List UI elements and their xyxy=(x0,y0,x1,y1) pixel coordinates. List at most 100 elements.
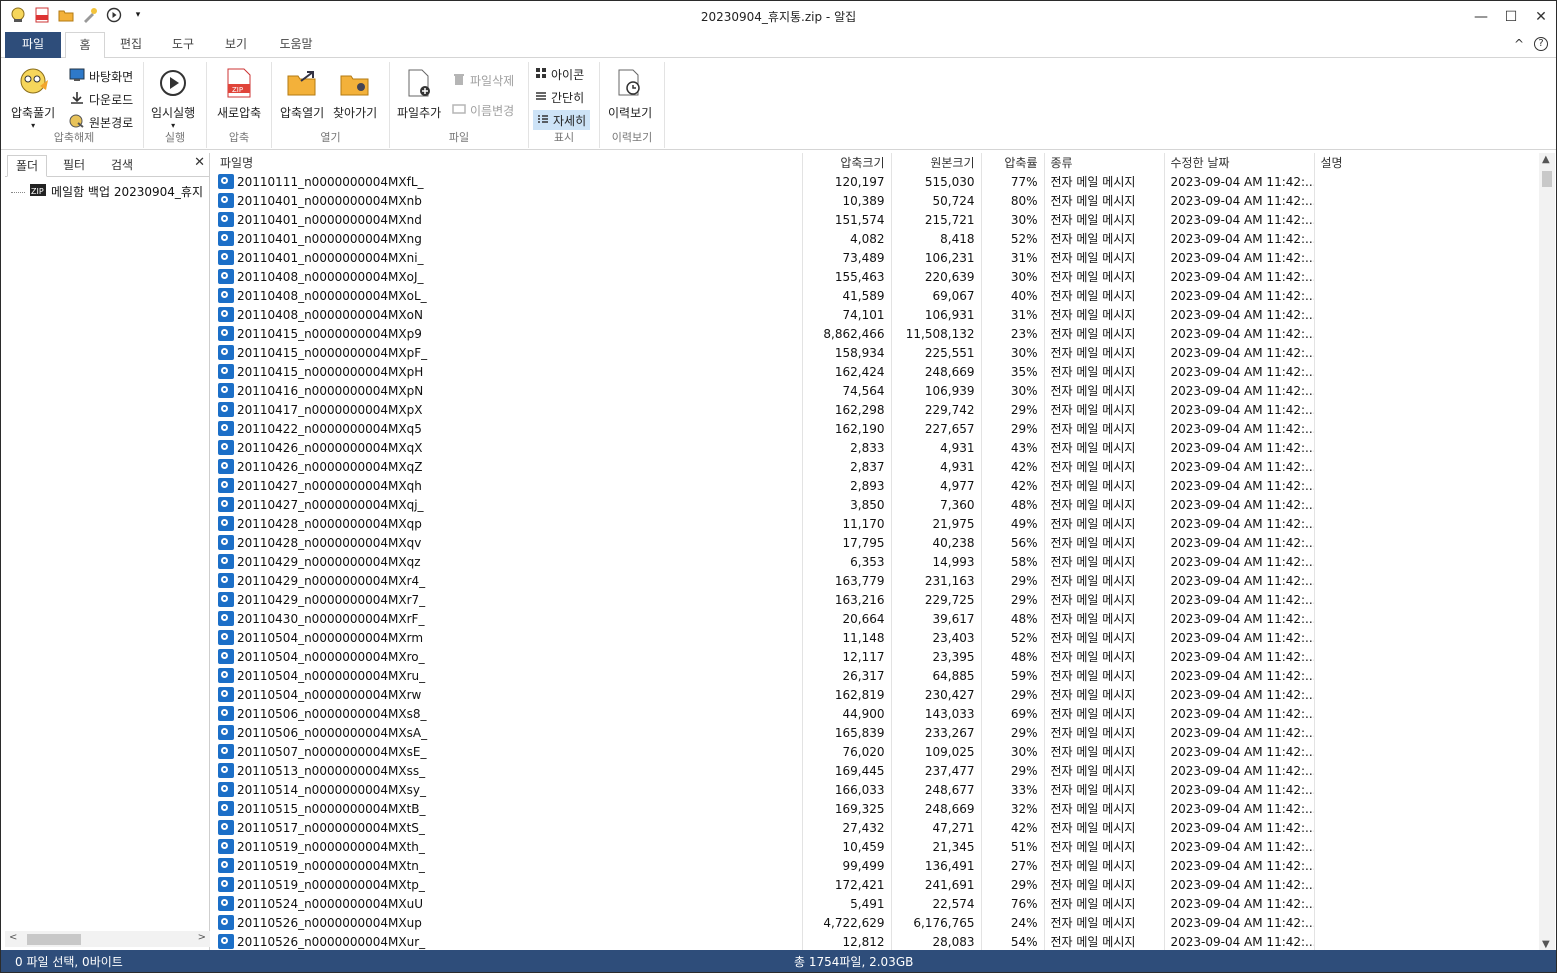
file-name-cell: 20110429_n0000000004MXqz xyxy=(214,552,803,571)
table-row[interactable]: 20110428_n0000000004MXqp 11,170 21,975 49% 전… xyxy=(214,514,1540,533)
tab-help[interactable]: 도움말 xyxy=(271,32,321,58)
table-row[interactable]: 20110415_n0000000004MXp9 8,862,466 11,508,… xyxy=(214,324,1540,343)
file-name-cell: 20110415_n0000000004MXp9 xyxy=(214,324,803,343)
table-row[interactable]: 20110526_n0000000004MXup 4,722,629 6,176,7… xyxy=(214,913,1540,932)
table-row[interactable]: 20110408_n0000000004MXoL_ 41,589 69,067 40%… xyxy=(214,286,1540,305)
close-button[interactable]: ✕ xyxy=(1526,1,1556,32)
view-icon-button[interactable]: 아이콘 xyxy=(535,64,584,84)
delete-file-button[interactable]: 파일삭제 xyxy=(452,70,514,90)
temp-run-button[interactable]: 임시실행 ▾ xyxy=(151,66,195,130)
table-row[interactable]: 20110514_n0000000004MXsy_ 166,033 248,677 3… xyxy=(214,780,1540,799)
table-row[interactable]: 20110427_n0000000004MXqh 2,893 4,977 42% 전자 … xyxy=(214,476,1540,495)
collapse-ribbon-icon[interactable]: ^ xyxy=(1514,37,1524,51)
view-simple-button[interactable]: 간단히 xyxy=(535,87,584,107)
table-row[interactable]: 20110401_n0000000004MXnd 151,574 215,721 30… xyxy=(214,210,1540,229)
help-icon[interactable]: ? xyxy=(1534,37,1548,51)
compressed-size: 10,389 xyxy=(802,191,892,210)
open-archive-button[interactable]: 압축열기 xyxy=(280,66,324,121)
table-row[interactable]: 20110429_n0000000004MXqz 6,353 14,993 58% 전자… xyxy=(214,552,1540,571)
table-row[interactable]: 20110401_n0000000004MXni_ 73,489 106,231 31… xyxy=(214,248,1540,267)
table-row[interactable]: 20110517_n0000000004MXtS_ 27,432 47,271 42%… xyxy=(214,818,1540,837)
table-row[interactable]: 20110519_n0000000004MXth_ 10,459 21,345 51%… xyxy=(214,837,1540,856)
column-ratio[interactable]: 압축률 xyxy=(981,153,1045,172)
table-row[interactable]: 20110504_n0000000004MXro_ 12,117 23,395 48%… xyxy=(214,647,1540,666)
tab-edit[interactable]: 편집 xyxy=(113,32,149,58)
browse-button[interactable]: 찾아가기 xyxy=(333,66,377,121)
table-row[interactable]: 20110111_n0000000004MXfL_ 120,197 515,030 7… xyxy=(214,172,1540,191)
table-row[interactable]: 20110426_n0000000004MXqX 2,833 4,931 43% 전자 … xyxy=(214,438,1540,457)
table-row[interactable]: 20110417_n0000000004MXpX 162,298 229,742 29… xyxy=(214,400,1540,419)
table-row[interactable]: 20110401_n0000000004MXng 4,082 8,418 52% 전자 … xyxy=(214,229,1540,248)
minimize-button[interactable]: — xyxy=(1466,1,1496,32)
maximize-button[interactable]: ☐ xyxy=(1496,1,1526,32)
table-row[interactable]: 20110415_n0000000004MXpH 162,424 248,669 35… xyxy=(214,362,1540,381)
table-row[interactable]: 20110422_n0000000004MXq5 162,190 227,657 29… xyxy=(214,419,1540,438)
table-row[interactable]: 20110408_n0000000004MXoJ_ 155,463 220,639 3… xyxy=(214,267,1540,286)
table-row[interactable]: 20110506_n0000000004MXs8_ 44,900 143,033 69… xyxy=(214,704,1540,723)
vertical-scrollbar[interactable]: ▲ ▼ xyxy=(1539,153,1555,951)
column-description[interactable]: 설명 xyxy=(1314,153,1540,172)
column-compressed-size[interactable]: 압축크기 xyxy=(802,153,892,172)
group-extract: 압축풀기 ▾ 바탕화면 다운로드 원본경로 압축해제 xyxy=(5,62,144,148)
table-row[interactable]: 20110504_n0000000004MXru_ 26,317 64,885 59%… xyxy=(214,666,1540,685)
column-type[interactable]: 종류 xyxy=(1044,153,1165,172)
column-modified[interactable]: 수정한 날짜 xyxy=(1164,153,1315,172)
tab-home[interactable]: 홈 xyxy=(65,32,105,59)
view-detail-button[interactable]: 자세히 xyxy=(533,110,591,130)
tab-filter[interactable]: 필터 xyxy=(55,155,93,177)
add-file-button[interactable]: 파일추가 xyxy=(397,66,441,121)
table-row[interactable]: 20110519_n0000000004MXtp_ 172,421 241,691 2… xyxy=(214,875,1540,894)
scroll-left-icon[interactable]: < xyxy=(9,932,17,943)
file-name: 20110426_n0000000004MXqX xyxy=(237,440,423,455)
table-row[interactable]: 20110427_n0000000004MXqj_ 3,850 7,360 48% 전자… xyxy=(214,495,1540,514)
table-row[interactable]: 20110504_n0000000004MXrw 162,819 230,427 29… xyxy=(214,685,1540,704)
scroll-right-icon[interactable]: > xyxy=(198,932,206,943)
horizontal-scrollbar[interactable]: < > xyxy=(5,931,210,947)
file-description xyxy=(1314,894,1540,913)
extract-label: 압축풀기 xyxy=(11,106,56,120)
table-row[interactable]: 20110426_n0000000004MXqZ 2,837 4,931 42% 전자 … xyxy=(214,457,1540,476)
table-row[interactable]: 20110428_n0000000004MXqv 17,795 40,238 56% 전… xyxy=(214,533,1540,552)
table-row[interactable]: 20110415_n0000000004MXpF_ 158,934 225,551 3… xyxy=(214,343,1540,362)
scroll-up-icon[interactable]: ▲ xyxy=(1542,154,1550,165)
table-row[interactable]: 20110416_n0000000004MXpN 74,564 106,939 30%… xyxy=(214,381,1540,400)
mail-message-icon xyxy=(218,820,234,835)
table-row[interactable]: 20110526_n0000000004MXur_ 12,812 28,083 54%… xyxy=(214,932,1540,951)
compression-ratio: 30% xyxy=(981,267,1045,286)
view-simple-label: 간단히 xyxy=(551,90,585,105)
close-panel-icon[interactable]: ✕ xyxy=(194,155,205,170)
tree-item-archive[interactable]: ZIP 메일함 백업 20230904_휴지 xyxy=(11,183,203,200)
tab-tools[interactable]: 도구 xyxy=(165,32,201,58)
rename-button[interactable]: 이름변경 xyxy=(452,100,514,120)
scroll-thumb[interactable] xyxy=(27,934,81,945)
column-name[interactable]: 파일명 xyxy=(214,153,803,172)
table-row[interactable]: 20110429_n0000000004MXr7_ 163,216 229,725 2… xyxy=(214,590,1540,609)
extract-button[interactable]: 압축풀기 ▾ xyxy=(11,66,55,130)
mail-message-icon xyxy=(218,782,234,797)
tab-search[interactable]: 검색 xyxy=(103,155,141,177)
table-row[interactable]: 20110506_n0000000004MXsA_ 165,839 233,267 2… xyxy=(214,723,1540,742)
svg-text:ZIP: ZIP xyxy=(31,187,44,196)
table-row[interactable]: 20110429_n0000000004MXr4_ 163,779 231,163 2… xyxy=(214,571,1540,590)
table-row[interactable]: 20110524_n0000000004MXuU 5,491 22,574 76% 전자… xyxy=(214,894,1540,913)
extract-download-button[interactable]: 다운로드 xyxy=(69,89,133,109)
history-button[interactable]: 이력보기 xyxy=(608,66,652,121)
download-icon xyxy=(69,91,85,108)
scroll-down-icon[interactable]: ▼ xyxy=(1542,939,1550,950)
table-row[interactable]: 20110507_n0000000004MXsE_ 76,020 109,025 30… xyxy=(214,742,1540,761)
tab-view[interactable]: 보기 xyxy=(218,32,254,58)
rename-icon xyxy=(452,102,466,119)
tab-file[interactable]: 파일 xyxy=(5,32,61,58)
extract-desktop-button[interactable]: 바탕화면 xyxy=(69,66,133,86)
table-row[interactable]: 20110513_n0000000004MXss_ 169,445 237,477 2… xyxy=(214,761,1540,780)
new-compress-button[interactable]: ZIP 새로압축 xyxy=(217,66,261,121)
table-row[interactable]: 20110408_n0000000004MXoN 74,101 106,931 31%… xyxy=(214,305,1540,324)
scroll-thumb[interactable] xyxy=(1542,171,1552,187)
table-row[interactable]: 20110515_n0000000004MXtB_ 169,325 248,669 3… xyxy=(214,799,1540,818)
table-row[interactable]: 20110519_n0000000004MXtn_ 99,499 136,491 27… xyxy=(214,856,1540,875)
column-original-size[interactable]: 원본크기 xyxy=(891,153,982,172)
table-row[interactable]: 20110430_n0000000004MXrF_ 20,664 39,617 48%… xyxy=(214,609,1540,628)
table-row[interactable]: 20110504_n0000000004MXrm 11,148 23,403 52% 전… xyxy=(214,628,1540,647)
tab-folder[interactable]: 폴더 xyxy=(7,155,48,177)
table-row[interactable]: 20110401_n0000000004MXnb 10,389 50,724 80% 전… xyxy=(214,191,1540,210)
